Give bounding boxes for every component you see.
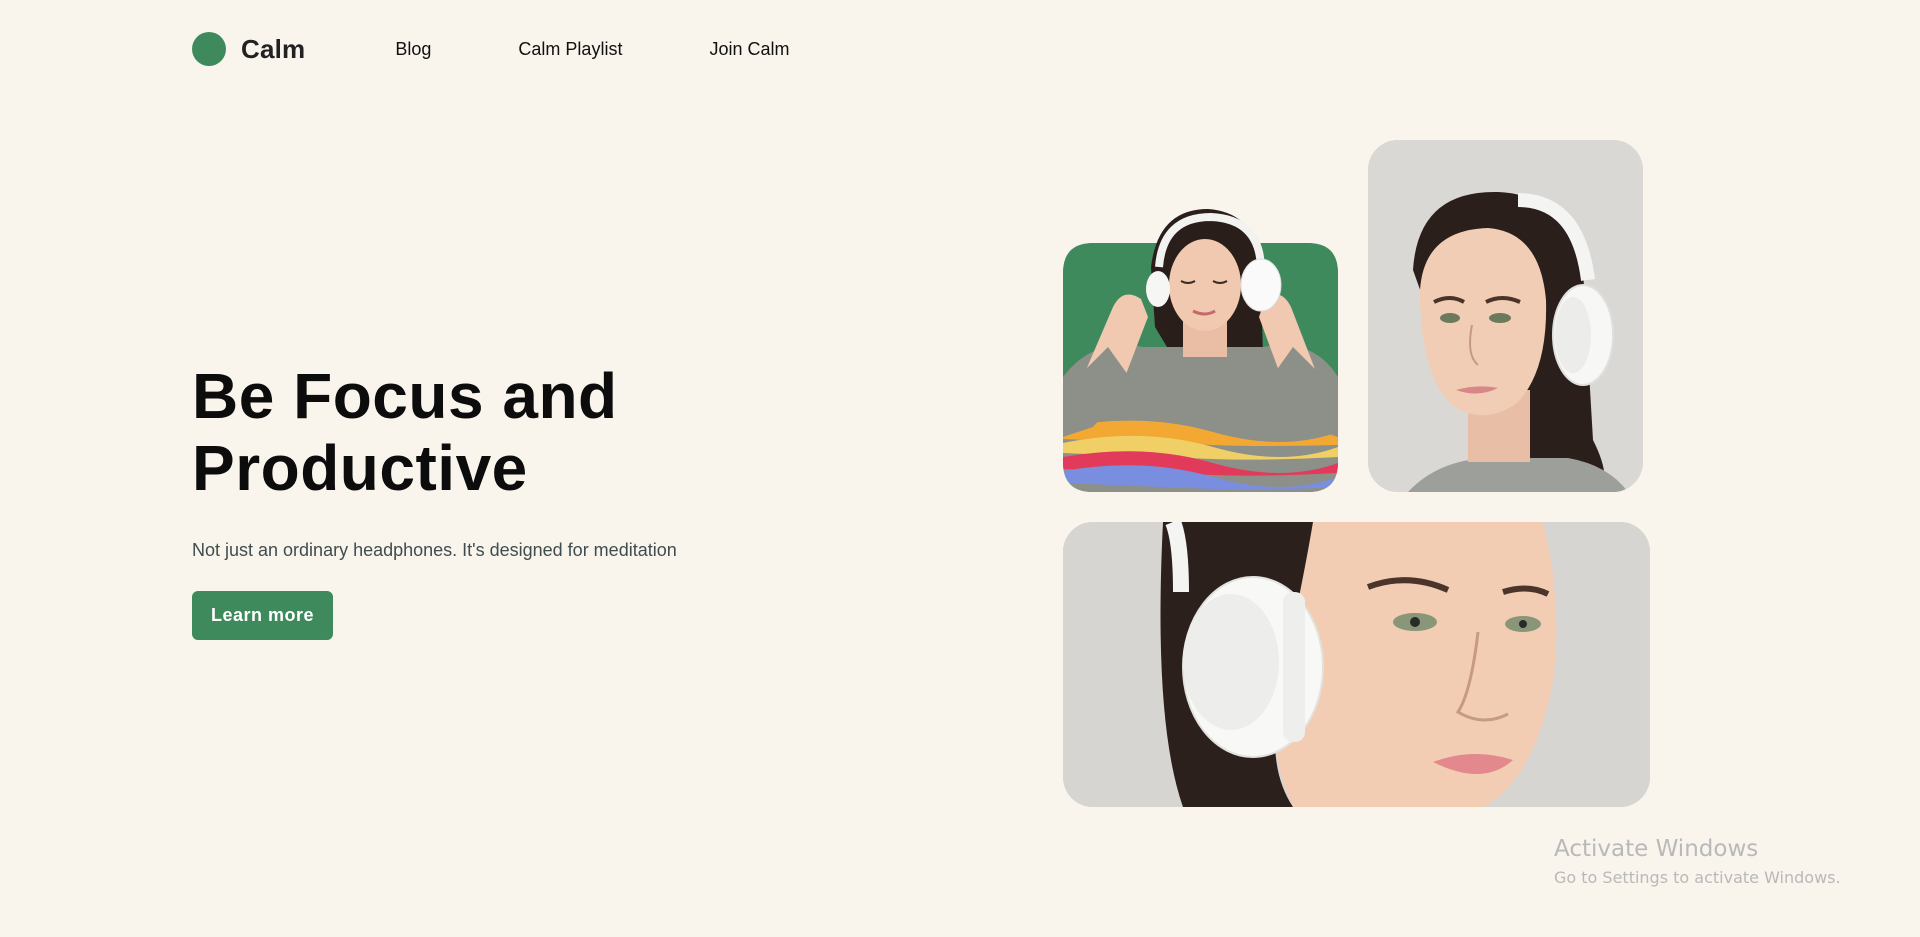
woman-closeup-illustration bbox=[1063, 522, 1650, 807]
gallery-image-closeup bbox=[1063, 522, 1650, 807]
activate-windows-watermark: Activate Windows Go to Settings to activ… bbox=[1554, 836, 1841, 887]
nav-link-blog[interactable]: Blog bbox=[395, 39, 431, 60]
hero-subtitle: Not just an ordinary headphones. It's de… bbox=[192, 540, 677, 560]
landing-page: Calm Blog Calm Playlist Join Calm Be Foc… bbox=[0, 0, 1920, 937]
nav-link-join-calm[interactable]: Join Calm bbox=[709, 39, 789, 60]
watermark-title: Activate Windows bbox=[1554, 836, 1759, 862]
gallery-image-sweater bbox=[1063, 209, 1338, 492]
brand-logo[interactable]: Calm bbox=[192, 32, 305, 66]
learn-more-button[interactable]: Learn more bbox=[192, 591, 334, 640]
nav-link-calm-playlist[interactable]: Calm Playlist bbox=[518, 39, 622, 60]
nav-links: Blog Calm Playlist Join Calm bbox=[395, 39, 876, 60]
hero-section: Be Focus and Productive Not just an ordi… bbox=[192, 360, 832, 640]
top-nav: Calm Blog Calm Playlist Join Calm bbox=[192, 29, 876, 69]
brand-name: Calm bbox=[241, 33, 306, 64]
logo-circle-icon bbox=[192, 32, 226, 66]
woman-profile-illustration bbox=[1368, 140, 1643, 492]
hero-title: Be Focus and Productive bbox=[192, 360, 832, 504]
gallery-image-profile bbox=[1368, 140, 1643, 492]
watermark-subtitle: Go to Settings to activate Windows. bbox=[1554, 868, 1841, 887]
hero-title-line-1: Be Focus and bbox=[192, 360, 618, 432]
woman-sweater-illustration bbox=[1063, 209, 1338, 492]
hero-title-line-2: Productive bbox=[192, 432, 528, 504]
